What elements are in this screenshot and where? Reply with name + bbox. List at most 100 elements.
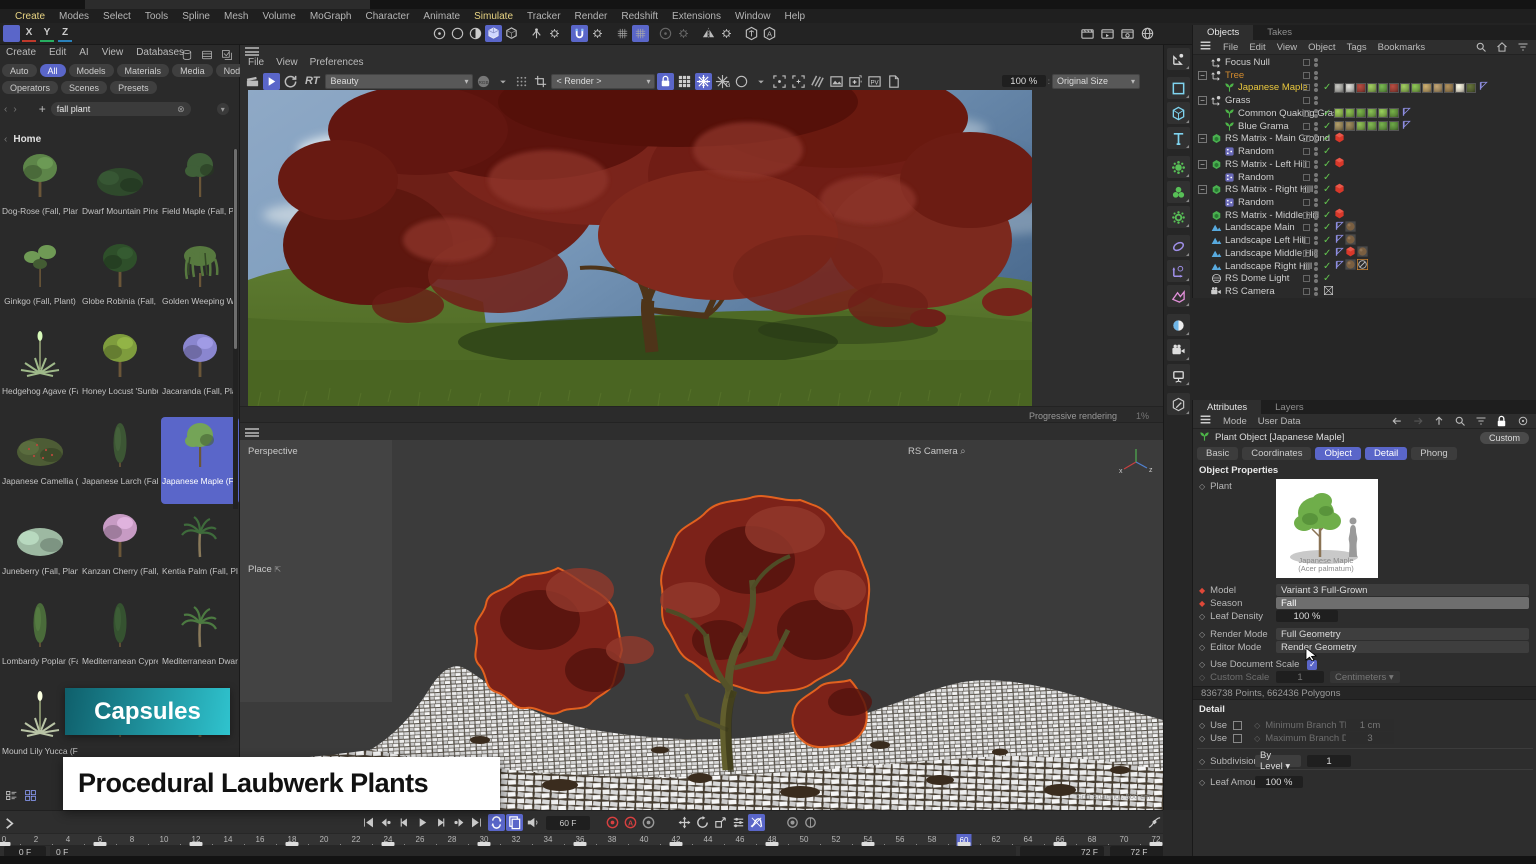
- rec-gear-icon[interactable]: [640, 814, 657, 831]
- rot-icon[interactable]: [694, 814, 711, 831]
- layer-toggle[interactable]: [1303, 186, 1310, 193]
- menu-create[interactable]: Create: [8, 11, 52, 22]
- material-swatch[interactable]: [1334, 121, 1344, 131]
- plant-card-lombardy[interactable]: Lombardy Poplar (Fall...: [1, 597, 79, 684]
- visibility-dots[interactable]: [1314, 83, 1318, 92]
- filter-tab-presets[interactable]: Presets: [110, 81, 157, 94]
- menu-character[interactable]: Character: [359, 11, 417, 22]
- expander-icon[interactable]: −: [1198, 96, 1207, 105]
- rt-label[interactable]: RT: [305, 75, 319, 87]
- flag-tag-icon[interactable]: [1334, 234, 1344, 247]
- material-swatch[interactable]: [1455, 83, 1465, 93]
- gear-sm-icon[interactable]: [589, 25, 606, 42]
- browser-menu-create[interactable]: Create: [6, 47, 36, 58]
- circle-dot-icon[interactable]: [431, 25, 448, 42]
- season-value-field[interactable]: Fall: [1276, 597, 1529, 609]
- filter-tab-auto[interactable]: Auto: [2, 64, 37, 77]
- axis-y-button[interactable]: Y: [40, 26, 54, 42]
- ellipse-p-icon[interactable]: [1166, 234, 1191, 258]
- object-row-blue-grama[interactable]: Blue Grama✓: [1193, 120, 1536, 133]
- object-row-landscape-right-hill[interactable]: Landscape Right Hill✓: [1193, 260, 1536, 273]
- material-swatch[interactable]: [1356, 121, 1366, 131]
- viewport-menu-icon[interactable]: [245, 428, 259, 437]
- layer-toggle[interactable]: [1303, 224, 1310, 231]
- attr-tab-detail[interactable]: Detail: [1365, 447, 1407, 460]
- rv-menu-file[interactable]: File: [248, 57, 264, 68]
- om-tab-objects[interactable]: Objects: [1193, 25, 1253, 40]
- attr-tab-phong[interactable]: Phong: [1411, 447, 1456, 460]
- list-w-icon[interactable]: [3, 787, 20, 804]
- slate3-icon[interactable]: [1119, 25, 1136, 42]
- enabled-check-icon[interactable]: ✓: [1323, 197, 1331, 208]
- db2-icon[interactable]: [198, 46, 215, 63]
- gear-g-icon[interactable]: [1166, 205, 1191, 229]
- filter-tab-models[interactable]: Models: [69, 64, 114, 77]
- visibility-dots[interactable]: [1314, 109, 1318, 118]
- visibility-dots[interactable]: [1314, 198, 1318, 207]
- cube-icon[interactable]: [485, 25, 502, 42]
- params-icon[interactable]: [730, 814, 747, 831]
- menu-modes[interactable]: Modes: [52, 11, 96, 22]
- enabled-check-icon[interactable]: ✓: [1323, 159, 1331, 170]
- volume-b-icon[interactable]: [1166, 313, 1191, 337]
- play-icon[interactable]: [263, 73, 280, 90]
- material-swatch[interactable]: [1389, 108, 1399, 118]
- visibility-dots[interactable]: [1314, 71, 1318, 80]
- material-swatch[interactable]: [1345, 121, 1355, 131]
- menu-window[interactable]: Window: [728, 11, 778, 22]
- enabled-check-icon[interactable]: ✓: [1323, 222, 1331, 233]
- om-hamburger-icon[interactable]: [1199, 39, 1212, 55]
- menu-tracker[interactable]: Tracker: [520, 11, 568, 22]
- material-swatch[interactable]: [1411, 83, 1421, 93]
- camera-w-icon[interactable]: [1166, 338, 1191, 362]
- visibility-dots[interactable]: [1314, 274, 1318, 283]
- browser-menu-ai[interactable]: AI: [79, 47, 88, 58]
- |-icon[interactable]: [658, 814, 675, 831]
- material-swatch[interactable]: [1378, 83, 1388, 93]
- page-icon[interactable]: [885, 73, 902, 90]
- plant-card-japanese[interactable]: Japanese Larch (Fall, Pl...: [81, 417, 159, 504]
- nav-back-icon[interactable]: ‹: [4, 104, 7, 115]
- leaf-amount-field[interactable]: 100 %: [1255, 776, 1303, 788]
- material-swatch[interactable]: [1334, 108, 1344, 118]
- slate2-icon[interactable]: [1099, 25, 1116, 42]
- rv-menu-view[interactable]: View: [276, 57, 298, 68]
- filter-tab-all[interactable]: All: [40, 64, 66, 77]
- layer-toggle[interactable]: [1303, 250, 1310, 257]
- object-row-rs-matrix-middle-hill[interactable]: RS Matrix - Middle Hill✓: [1193, 209, 1536, 222]
- visibility-dots[interactable]: [1314, 236, 1318, 245]
- axis-x-button[interactable]: X: [22, 26, 36, 42]
- plant-card-mediterranean[interactable]: Mediterranean Cypres...: [81, 597, 159, 684]
- om-menu-edit[interactable]: Edit: [1249, 42, 1265, 53]
- enabled-check-icon[interactable]: ✓: [1323, 261, 1331, 272]
- gear-gray-icon[interactable]: [675, 25, 692, 42]
- pv-icon[interactable]: PV: [866, 73, 883, 90]
- db1-icon[interactable]: [178, 46, 195, 63]
- timeline-expand-icon[interactable]: [1, 815, 18, 832]
- poly-p-icon[interactable]: [1166, 284, 1191, 308]
- visibility-dots[interactable]: [1314, 122, 1318, 131]
- scale-icon[interactable]: [712, 814, 729, 831]
- object-row-japanese-maple[interactable]: Japanese Maple✓: [1193, 81, 1536, 94]
- loop-icon[interactable]: [488, 814, 505, 831]
- enabled-check-icon[interactable]: ✓: [1323, 146, 1331, 157]
- frame-n-icon[interactable]: [432, 814, 449, 831]
- redhex-tag-icon[interactable]: [1334, 183, 1345, 197]
- stage-w-icon[interactable]: [1166, 363, 1191, 387]
- add-icon[interactable]: +: [39, 102, 46, 116]
- snow-icon[interactable]: [695, 73, 712, 90]
- database-icon[interactable]: [197, 101, 211, 118]
- expander-icon[interactable]: −: [1198, 160, 1207, 169]
- layer-toggle[interactable]: [1303, 212, 1310, 219]
- animation-curve-icon[interactable]: [1146, 814, 1163, 831]
- mirror-icon[interactable]: [700, 25, 717, 42]
- skip-s-icon[interactable]: [360, 814, 377, 831]
- menu-spline[interactable]: Spline: [175, 11, 217, 22]
- coordinate-system-icon[interactable]: [74, 25, 91, 42]
- plant-card-kentia[interactable]: Kentia Palm (Fall, Plant): [161, 507, 239, 594]
- attr-tab-object[interactable]: Object: [1315, 447, 1360, 460]
- object-row-rs-matrix-right-hill[interactable]: −RS Matrix - Right Hill✓: [1193, 183, 1536, 196]
- menu-tools[interactable]: Tools: [138, 11, 175, 22]
- object-row-rs-dome-light[interactable]: RS Dome Light✓: [1193, 273, 1536, 286]
- plant-card-honey[interactable]: Honey Locust 'Sunbur...: [81, 327, 159, 414]
